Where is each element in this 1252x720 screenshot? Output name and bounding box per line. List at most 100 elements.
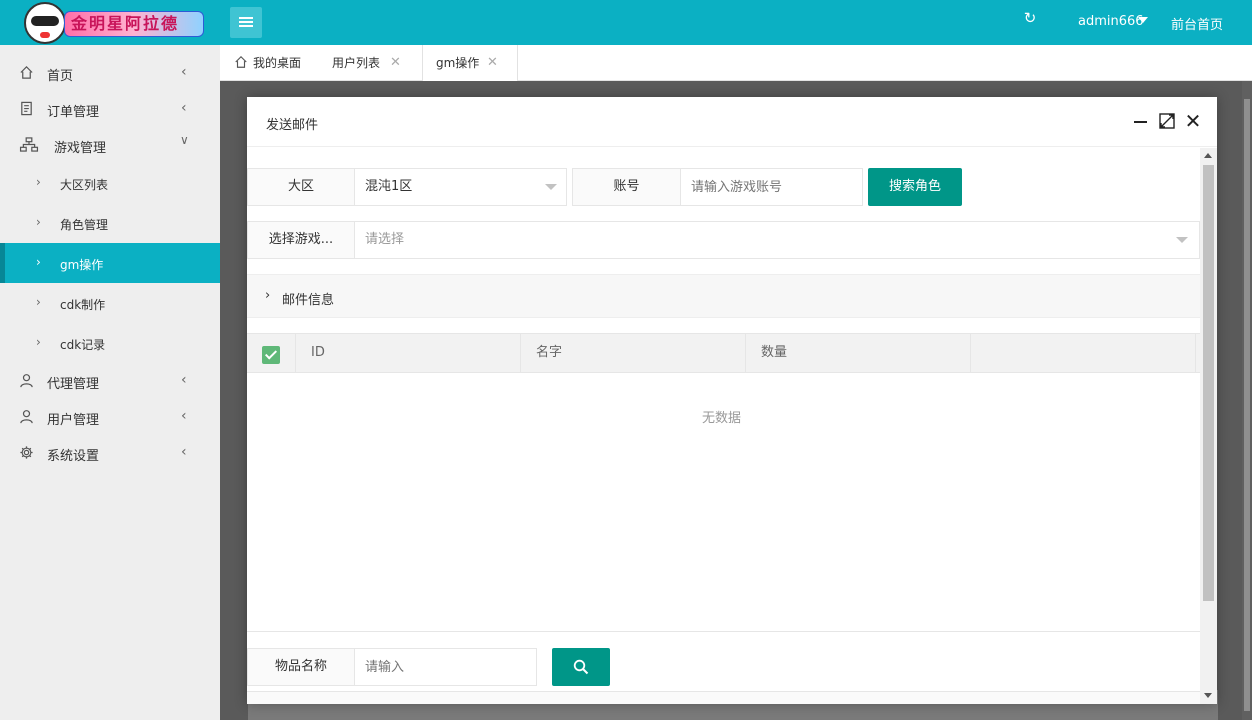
column-name[interactable]: 名字	[521, 334, 746, 373]
region-select[interactable]: 混沌1区	[354, 168, 567, 206]
caret-down-icon	[1176, 237, 1188, 243]
hamburger-icon	[239, 17, 253, 19]
sidebar-item-game[interactable]: 游戏管理 ∨	[0, 127, 220, 163]
app-logo[interactable]: 金明星阿拉德	[24, 2, 206, 44]
dialog-scrollbar-thumb[interactable]	[1203, 165, 1214, 601]
mascot-icon	[24, 2, 66, 44]
scroll-up-icon[interactable]	[1204, 153, 1212, 158]
dialog-title: 发送邮件	[266, 118, 319, 133]
sidebar: 首页 ‹ 订单管理 ‹ 游戏管理 ∨ › 大区列表 › 角色管理 › gm操作 …	[0, 45, 220, 720]
sidebar-item-label: 首页	[47, 69, 74, 84]
item-search-button[interactable]	[552, 648, 610, 686]
tab-my-desktop[interactable]: 我的桌面	[234, 45, 324, 81]
dialog-body: 大区 混沌1区 账号 搜索角色 选择游戏... 请选择 › 邮件信息 ID 名字…	[247, 148, 1200, 704]
dialog-scrollbar[interactable]	[1200, 148, 1217, 704]
search-icon	[573, 659, 589, 675]
region-label: 大区	[247, 168, 355, 206]
sidebar-item-users[interactable]: 用户管理 ‹	[0, 399, 220, 435]
sidebar-item-label: 系统设置	[47, 449, 100, 464]
caret-down-icon[interactable]	[1138, 17, 1148, 23]
sidebar-item-label: 游戏管理	[54, 141, 107, 156]
item-table-header: ID 名字 数量	[247, 333, 1200, 373]
close-icon[interactable]: ✕	[487, 45, 498, 81]
mail-info-label: 邮件信息	[282, 293, 335, 308]
user-icon	[20, 374, 33, 388]
item-name-label: 物品名称	[247, 648, 355, 686]
sidebar-item-label: 订单管理	[47, 105, 100, 120]
close-icon[interactable]: ✕	[390, 45, 401, 81]
user-menu[interactable]: admin666	[1078, 14, 1144, 29]
select-game-label: 选择游戏...	[247, 221, 355, 259]
sidebar-sub-item-label: 角色管理	[60, 218, 109, 232]
tab-label: gm操作	[436, 56, 480, 70]
page-scrollbar-thumb[interactable]	[1244, 99, 1250, 711]
chevron-left-icon: ‹	[181, 372, 187, 388]
select-all-checkbox[interactable]	[262, 346, 280, 364]
chevron-left-icon: ‹	[181, 444, 187, 460]
sidebar-sub-item-role-management[interactable]: › 角色管理	[0, 203, 220, 243]
user-icon	[20, 410, 33, 424]
maximize-icon[interactable]	[1158, 112, 1176, 130]
sitemap-icon	[19, 137, 39, 152]
search-role-button[interactable]: 搜索角色	[868, 168, 962, 206]
sidebar-sub-item-label: gm操作	[60, 258, 104, 272]
sidebar-item-orders[interactable]: 订单管理 ‹	[0, 91, 220, 127]
mail-info-collapse[interactable]: › 邮件信息	[247, 274, 1200, 318]
game-select[interactable]: 请选择	[354, 221, 1200, 259]
sidebar-sub-item-label: cdk制作	[60, 298, 106, 312]
top-header: 金明星阿拉德 ↻ admin666 前台首页	[0, 0, 1252, 45]
sidebar-item-agents[interactable]: 代理管理 ‹	[0, 363, 220, 399]
close-icon[interactable]: ✕	[1184, 111, 1202, 131]
column-id[interactable]: ID	[296, 334, 521, 373]
next-row-partial	[247, 691, 1200, 704]
sidebar-sub-item-label: 大区列表	[60, 178, 109, 192]
tab-gm-operation[interactable]: gm操作 ✕	[422, 45, 518, 82]
chevron-right-icon: ›	[36, 295, 41, 309]
select-all-cell	[247, 334, 296, 373]
send-mail-dialog: 发送邮件 ✕ 大区 混沌1区 账号 搜索角色 选择游戏... 请选择 › 邮件信…	[247, 97, 1217, 704]
chevron-right-icon: ›	[265, 288, 271, 303]
front-home-link[interactable]: 前台首页	[1171, 14, 1223, 33]
refresh-icon[interactable]: ↻	[1022, 10, 1038, 26]
sidebar-item-settings[interactable]: 系统设置 ‹	[0, 435, 220, 471]
caret-down-icon	[545, 184, 557, 190]
sidebar-sub-item-gm-operation[interactable]: › gm操作	[0, 243, 220, 283]
chevron-left-icon: ‹	[181, 100, 187, 116]
sidebar-item-label: 代理管理	[47, 377, 100, 392]
chevron-right-icon: ›	[36, 335, 41, 349]
menu-toggle-button[interactable]	[230, 7, 262, 38]
tab-label: 用户列表	[332, 56, 381, 70]
chevron-left-icon: ‹	[181, 64, 187, 80]
sidebar-sub-item-cdk-records[interactable]: › cdk记录	[0, 323, 220, 363]
region-select-value: 混沌1区	[365, 179, 413, 194]
account-label: 账号	[572, 168, 681, 206]
home-icon	[20, 66, 33, 79]
sidebar-item-home[interactable]: 首页 ‹	[0, 55, 220, 91]
sidebar-item-label: 用户管理	[47, 413, 100, 428]
account-input[interactable]	[680, 168, 863, 206]
tab-bar: 我的桌面 用户列表 ✕ gm操作 ✕	[220, 45, 1252, 82]
chevron-left-icon: ‹	[181, 408, 187, 424]
empty-table-text: 无数据	[702, 411, 742, 426]
column-extra	[971, 334, 1196, 373]
item-name-input[interactable]	[354, 648, 537, 686]
game-select-placeholder: 请选择	[365, 232, 405, 247]
dialog-header: 发送邮件 ✕	[247, 97, 1217, 147]
tab-label: 我的桌面	[253, 56, 302, 70]
minimize-icon[interactable]	[1132, 112, 1150, 130]
home-icon	[235, 55, 247, 68]
order-icon	[21, 101, 32, 116]
column-quantity[interactable]: 数量	[746, 334, 971, 373]
chevron-right-icon: ›	[36, 215, 41, 229]
sidebar-sub-item-region-list[interactable]: › 大区列表	[0, 163, 220, 203]
chevron-down-icon: ∨	[180, 133, 189, 147]
gear-icon	[20, 446, 33, 459]
chevron-right-icon: ›	[36, 175, 41, 189]
scroll-down-icon[interactable]	[1204, 693, 1212, 698]
page-scrollbar[interactable]	[1242, 81, 1252, 720]
sidebar-sub-item-label: cdk记录	[60, 338, 106, 352]
tab-user-list[interactable]: 用户列表 ✕	[332, 45, 422, 81]
chevron-right-icon: ›	[36, 255, 41, 269]
logo-text: 金明星阿拉德	[64, 11, 204, 37]
sidebar-sub-item-cdk-create[interactable]: › cdk制作	[0, 283, 220, 323]
